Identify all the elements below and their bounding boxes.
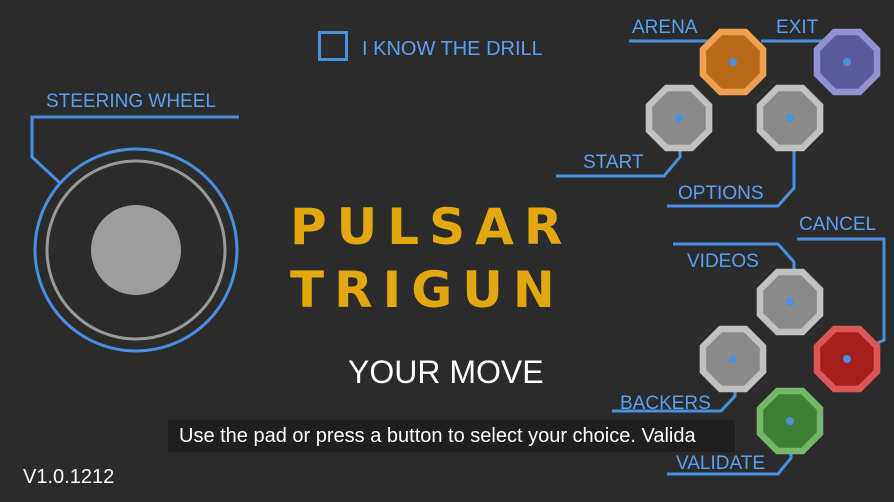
cancel-label: CANCEL [799, 214, 877, 235]
arena-label: ARENA [632, 17, 698, 38]
backers-button-anchor-dot [729, 355, 737, 363]
version-label: V1.0.1212 [23, 466, 115, 488]
videos-button[interactable] [756, 268, 824, 336]
validate-button-anchor-dot [786, 417, 794, 425]
videos-button-anchor-dot [786, 298, 794, 306]
game-title-line1: PULSAR [290, 198, 573, 256]
drill-checkbox-label[interactable]: I KNOW THE DRILL [362, 39, 543, 59]
steering-wheel[interactable] [33, 147, 239, 353]
backers-button[interactable] [699, 325, 767, 393]
arena-button-anchor-dot [729, 58, 737, 66]
game-title-line2: TRIGUN [290, 261, 565, 319]
options-label: OPTIONS [678, 183, 764, 204]
exit-button[interactable] [813, 28, 881, 96]
arena-button[interactable] [699, 28, 767, 96]
exit-button-anchor-dot [843, 58, 851, 66]
start-button-anchor-dot [675, 114, 683, 122]
start-button[interactable] [645, 84, 713, 152]
steering-wheel-label: STEERING WHEEL [46, 91, 216, 112]
cancel-button-anchor-dot [843, 355, 851, 363]
drill-checkbox[interactable] [318, 31, 348, 61]
validate-label: VALIDATE [676, 453, 766, 474]
hint-text: Use the pad or press a button to select … [179, 425, 696, 447]
your-move-heading: YOUR MOVE [348, 354, 544, 390]
exit-label: EXIT [776, 17, 819, 38]
videos-label: VIDEOS [687, 251, 759, 272]
start-label: START [583, 152, 644, 173]
cancel-button[interactable] [813, 325, 881, 393]
hint-bar: Use the pad or press a button to select … [168, 420, 735, 452]
validate-button[interactable] [756, 387, 824, 455]
steering-wheel-hub [91, 205, 181, 295]
options-button[interactable] [756, 84, 824, 152]
backers-label: BACKERS [620, 393, 711, 414]
options-button-anchor-dot [786, 114, 794, 122]
